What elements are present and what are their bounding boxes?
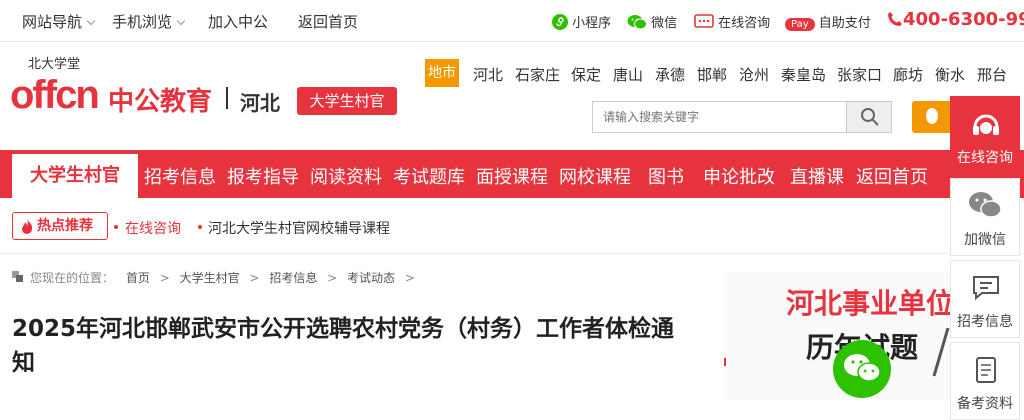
city-link[interactable]: 邯郸 (697, 64, 727, 85)
document-icon (976, 357, 996, 383)
self-pay-link[interactable]: Pay 自助支付 (785, 12, 871, 31)
logo-subtitle: 北大学堂 (28, 57, 81, 72)
site-nav-label: 网站导航 (22, 13, 83, 31)
city-link[interactable]: 沧州 (739, 64, 769, 85)
chat-icon (694, 14, 714, 28)
top-bar: 网站导航 手机浏览 加入中公 返回首页 小程序 微信 在线咨询 Pay 自助支付… (0, 0, 1024, 42)
nav-item[interactable]: 阅读资料 (310, 163, 382, 189)
breadcrumb-prefix: 您现在的位置： (30, 271, 115, 285)
ad-line1: 河北事业单位 (786, 287, 950, 320)
header: 北大学堂 offcn 中公教育 河北 大学生村官 地市 河北 石家庄 保定 唐山… (0, 43, 1024, 149)
hotline-number: 400-6300-999 (903, 9, 1024, 30)
breadcrumb-link[interactable]: 考试动态 (347, 271, 395, 285)
section-tag[interactable]: 大学生村官 (297, 87, 397, 115)
chevron-down-icon (86, 16, 96, 26)
hot-link-course[interactable]: 河北大学生村官网校辅导课程 (208, 218, 390, 238)
city-label: 地市 (425, 59, 459, 87)
nav-item[interactable]: 直播课 (790, 163, 844, 189)
nav-item[interactable]: 返回首页 (856, 163, 928, 189)
miniprogram-label: 小程序 (572, 16, 612, 31)
province-label: 河北 (240, 91, 280, 115)
headset-icon (973, 114, 999, 135)
sidebar-material-label: 备考资料 (957, 396, 1013, 412)
city-link[interactable]: 廊坊 (893, 64, 923, 85)
hot-dot (198, 225, 202, 229)
chevron-down-icon (176, 16, 186, 26)
wechat-icon (844, 354, 881, 382)
breadcrumb-sep: > (404, 271, 415, 285)
search-button[interactable] (846, 101, 892, 133)
city-link[interactable]: 邢台 (977, 64, 1007, 85)
city-link[interactable]: 承德 (655, 64, 685, 85)
wechat-float-button[interactable] (833, 340, 891, 398)
online-consult-link[interactable]: 在线咨询 (694, 12, 770, 31)
city-link[interactable]: 河北 (473, 64, 503, 85)
ad-left-strip (724, 358, 726, 366)
sidebar-wechat-label: 加微信 (964, 232, 1006, 248)
hot-link-consult[interactable]: 在线咨询 (125, 218, 181, 238)
wechat-icon (969, 192, 1002, 218)
main-nav: 大学生村官 招考信息 报考指导 阅读资料 考试题库 面授课程 网校课程 图书 申… (0, 150, 1024, 198)
search-icon (861, 108, 879, 126)
self-pay-label: 自助支付 (818, 16, 871, 31)
city-link[interactable]: 秦皇岛 (781, 64, 826, 85)
location-icon (12, 271, 23, 282)
nav-item[interactable]: 考试题库 (393, 163, 465, 189)
city-link[interactable]: 唐山 (613, 64, 643, 85)
breadcrumb-link[interactable]: 大学生村官 (180, 271, 240, 285)
miniprogram-link[interactable]: 小程序 (552, 12, 611, 31)
qq-button[interactable] (912, 101, 952, 133)
message-icon (973, 276, 999, 301)
city-link[interactable]: 张家口 (837, 64, 882, 85)
miniprogram-icon (552, 14, 568, 30)
flame-icon (22, 218, 33, 234)
article-title: 2025年河北邯郸武安市公开选聘农村党务（村务）工作者体检通知 (12, 316, 675, 376)
nav-item-active[interactable]: 大学生村官 (12, 154, 138, 198)
logo-offcn[interactable]: offcn (10, 73, 100, 118)
qq-icon (926, 108, 938, 124)
wechat-link[interactable]: 微信 (627, 12, 677, 31)
phone-icon (888, 12, 902, 26)
breadcrumb: 您现在的位置： 首页 > 大学生村官 > 招考信息 > 考试动态 > (12, 269, 421, 286)
hotline: 400-6300-999 (887, 9, 1024, 30)
home-link[interactable]: 返回首页 (298, 11, 358, 32)
hot-bar: 热点推荐 在线咨询 河北大学生村官网校辅导课程 (0, 198, 1024, 254)
nav-item[interactable]: 报考指导 (227, 163, 299, 189)
city-link[interactable]: 石家庄 (515, 64, 560, 85)
join-link[interactable]: 加入中公 (208, 11, 268, 32)
breadcrumb-link[interactable]: 首页 (126, 271, 150, 285)
nav-item[interactable]: 申论批改 (703, 163, 775, 189)
search-input[interactable] (592, 101, 846, 133)
breadcrumb-sep: > (159, 271, 170, 285)
hot-dot (114, 225, 118, 229)
sidebar-online-label: 在线咨询 (957, 150, 1013, 166)
wechat-icon (627, 15, 647, 30)
breadcrumb-sep: > (327, 271, 338, 285)
hot-label-text: 热点推荐 (37, 218, 93, 234)
nav-item[interactable]: 面授课程 (476, 163, 548, 189)
nav-item[interactable]: 网校课程 (559, 163, 631, 189)
sidebar-recruit-label: 招考信息 (957, 314, 1013, 330)
sidebar-material[interactable]: 备考资料 (950, 342, 1020, 420)
logo-brand-cn[interactable]: 中公教育 (108, 81, 212, 118)
mobile-browse-label: 手机浏览 (112, 13, 173, 31)
sidebar-recruit[interactable]: 招考信息 (950, 260, 1020, 338)
sidebar-online-consult[interactable]: 在线咨询 (950, 96, 1020, 174)
city-link[interactable]: 衡水 (935, 64, 965, 85)
logo-divider (226, 87, 228, 109)
breadcrumb-sep: > (249, 271, 260, 285)
mobile-browse-menu[interactable]: 手机浏览 (112, 11, 186, 32)
nav-item[interactable]: 招考信息 (144, 163, 216, 189)
pen-icon (932, 328, 950, 377)
online-consult-label: 在线咨询 (718, 16, 771, 31)
nav-item[interactable]: 图书 (648, 163, 684, 189)
site-nav-menu[interactable]: 网站导航 (22, 11, 96, 32)
hot-label: 热点推荐 (12, 212, 108, 240)
sidebar-wechat[interactable]: 加微信 (950, 178, 1020, 256)
city-link[interactable]: 保定 (571, 64, 601, 85)
pay-badge: Pay (785, 18, 815, 31)
breadcrumb-link[interactable]: 招考信息 (269, 271, 317, 285)
wechat-label: 微信 (651, 16, 678, 31)
